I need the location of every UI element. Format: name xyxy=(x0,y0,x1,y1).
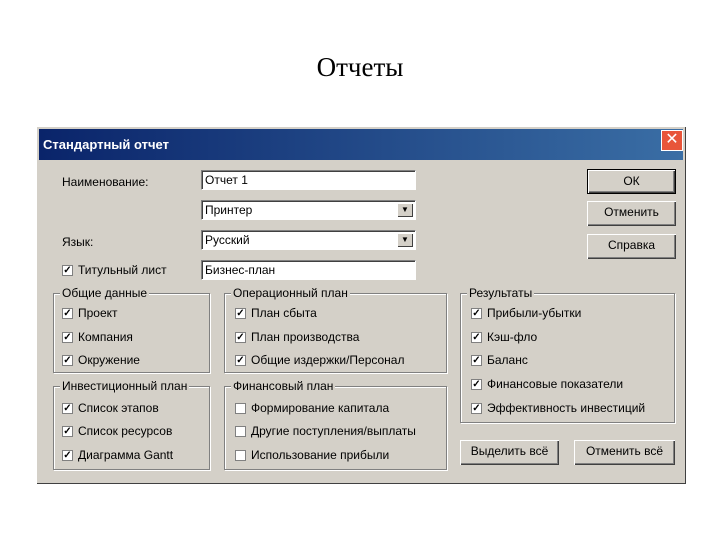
language-label: Язык: xyxy=(62,235,94,249)
help-button[interactable]: Справка xyxy=(587,234,676,259)
checkbox-financial-indicators[interactable]: ✓ Финансовые показатели xyxy=(471,377,623,391)
checkbox-label: Список этапов xyxy=(78,401,159,415)
printer-combo[interactable]: Принтер ▼ xyxy=(201,200,416,220)
close-button[interactable]: ✕ xyxy=(661,130,683,151)
group-results: Результаты ✓ Прибыли-убытки ✓ Кэш-фло ✓ Бал… xyxy=(460,286,675,423)
checkbox-label: Финансовые показатели xyxy=(487,377,624,391)
checkbox-box[interactable]: ✓ xyxy=(62,449,73,461)
checkbox-label: Другие поступления/выплаты xyxy=(251,424,416,438)
deselect-all-button[interactable]: Отменить всё xyxy=(574,440,675,465)
title-page-checkbox[interactable]: ✓ Титульный лист xyxy=(62,263,167,277)
checkbox-box[interactable]: ✓ xyxy=(62,402,73,414)
ok-button[interactable]: ОК xyxy=(587,169,676,194)
checkbox-label: Окружение xyxy=(78,353,140,367)
checkbox-cash-flow[interactable]: ✓ Кэш-фло xyxy=(471,330,537,344)
checkbox-project[interactable]: ✓ Проект xyxy=(62,306,118,320)
checkbox-label: Диаграмма Gantt xyxy=(78,448,174,462)
checkbox-company[interactable]: ✓ Компания xyxy=(62,330,133,344)
checkbox-label: Эффективность инвестиций xyxy=(487,401,646,415)
checkbox-label: Компания xyxy=(78,330,133,344)
checkbox-label: Список ресурсов xyxy=(78,424,173,438)
checkbox-label: Кэш-фло xyxy=(487,330,538,344)
checkbox-gantt[interactable]: ✓ Диаграмма Gantt xyxy=(62,448,173,462)
group-investment: Инвестиционный план ✓ Список этапов ✓ Спис… xyxy=(53,379,210,470)
checkbox-box[interactable]: ✓ xyxy=(62,354,73,366)
checkbox-capital-formation[interactable]: Формирование капитала xyxy=(235,401,389,415)
checkbox-balance[interactable]: ✓ Баланс xyxy=(471,353,528,367)
slide-title: Отчеты xyxy=(316,52,404,82)
name-field[interactable]: Отчет 1 xyxy=(201,170,416,190)
checkbox-sales-plan[interactable]: ✓ План сбыта xyxy=(235,306,317,320)
checkbox-stages[interactable]: ✓ Список этапов xyxy=(62,401,159,415)
checkbox-label: Общие издержки/Персонал xyxy=(251,353,405,367)
language-combo-value: Русский xyxy=(205,233,250,247)
group-operational: Операционный план ✓ План сбыта ✓ План прои… xyxy=(224,286,447,373)
checkbox-box[interactable] xyxy=(235,402,246,414)
chevron-down-icon[interactable]: ▼ xyxy=(397,233,413,247)
group-financial: Финансовый план Формирование капитала Др… xyxy=(224,379,447,470)
printer-combo-value: Принтер xyxy=(205,203,253,217)
chevron-down-icon[interactable]: ▼ xyxy=(397,203,413,217)
checkbox-box[interactable] xyxy=(235,425,246,437)
checkbox-label: План сбыта xyxy=(251,306,317,320)
checkbox-label: Формирование капитала xyxy=(251,401,390,415)
checkbox-profit-loss[interactable]: ✓ Прибыли-убытки xyxy=(471,306,581,320)
checkbox-box[interactable]: ✓ xyxy=(62,331,73,343)
name-label: Наименование: xyxy=(62,175,149,189)
checkbox-resources[interactable]: ✓ Список ресурсов xyxy=(62,424,172,438)
group-financial-title: Финансовый план xyxy=(231,379,336,393)
title-page-label: Титульный лист xyxy=(78,263,167,277)
checkbox-box[interactable]: ✓ xyxy=(62,425,73,437)
checkbox-label: Прибыли-убытки xyxy=(487,306,582,320)
checkbox-investment-efficiency[interactable]: ✓ Эффективность инвестиций xyxy=(471,401,645,415)
checkbox-environment[interactable]: ✓ Окружение xyxy=(62,353,140,367)
checkbox-label: Проект xyxy=(78,306,118,320)
close-icon: ✕ xyxy=(665,131,679,148)
checkbox-label: Баланс xyxy=(487,353,528,367)
checkbox-other-payments[interactable]: Другие поступления/выплаты xyxy=(235,424,416,438)
checkbox-box[interactable]: ✓ xyxy=(471,331,482,343)
checkbox-box[interactable]: ✓ xyxy=(235,354,246,366)
group-general-title: Общие данные xyxy=(60,286,150,300)
title-page-field[interactable]: Бизнес-план xyxy=(201,260,416,280)
checkbox-box[interactable]: ✓ xyxy=(235,331,246,343)
checkbox-label: Использование прибыли xyxy=(251,448,390,462)
checkbox-box[interactable]: ✓ xyxy=(471,378,482,390)
group-results-title: Результаты xyxy=(467,286,535,300)
dialog-title: Стандартный отчет xyxy=(39,129,683,160)
standard-report-dialog: Стандартный отчет ✕ Наименование: Отчет … xyxy=(36,126,686,484)
checkbox-box[interactable]: ✓ xyxy=(471,354,482,366)
checkbox-label: План производства xyxy=(251,330,360,344)
checkbox-box[interactable]: ✓ xyxy=(471,402,482,414)
checkbox-production-plan[interactable]: ✓ План производства xyxy=(235,330,359,344)
checkbox-profit-usage[interactable]: Использование прибыли xyxy=(235,448,389,462)
group-general: Общие данные ✓ Проект ✓ Компания ✓ Окружени… xyxy=(53,286,210,373)
checkbox-box[interactable]: ✓ xyxy=(62,307,73,319)
checkbox-box[interactable]: ✓ xyxy=(62,264,73,276)
select-all-button[interactable]: Выделить всё xyxy=(460,440,559,465)
group-operational-title: Операционный план xyxy=(231,286,350,300)
checkbox-box[interactable]: ✓ xyxy=(235,307,246,319)
checkbox-box[interactable]: ✓ xyxy=(471,307,482,319)
cancel-button[interactable]: Отменить xyxy=(587,201,676,226)
checkbox-box[interactable] xyxy=(235,449,246,461)
group-investment-title: Инвестиционный план xyxy=(60,379,190,393)
checkbox-overhead[interactable]: ✓ Общие издержки/Персонал xyxy=(235,353,404,367)
language-combo[interactable]: Русский ▼ xyxy=(201,230,416,250)
